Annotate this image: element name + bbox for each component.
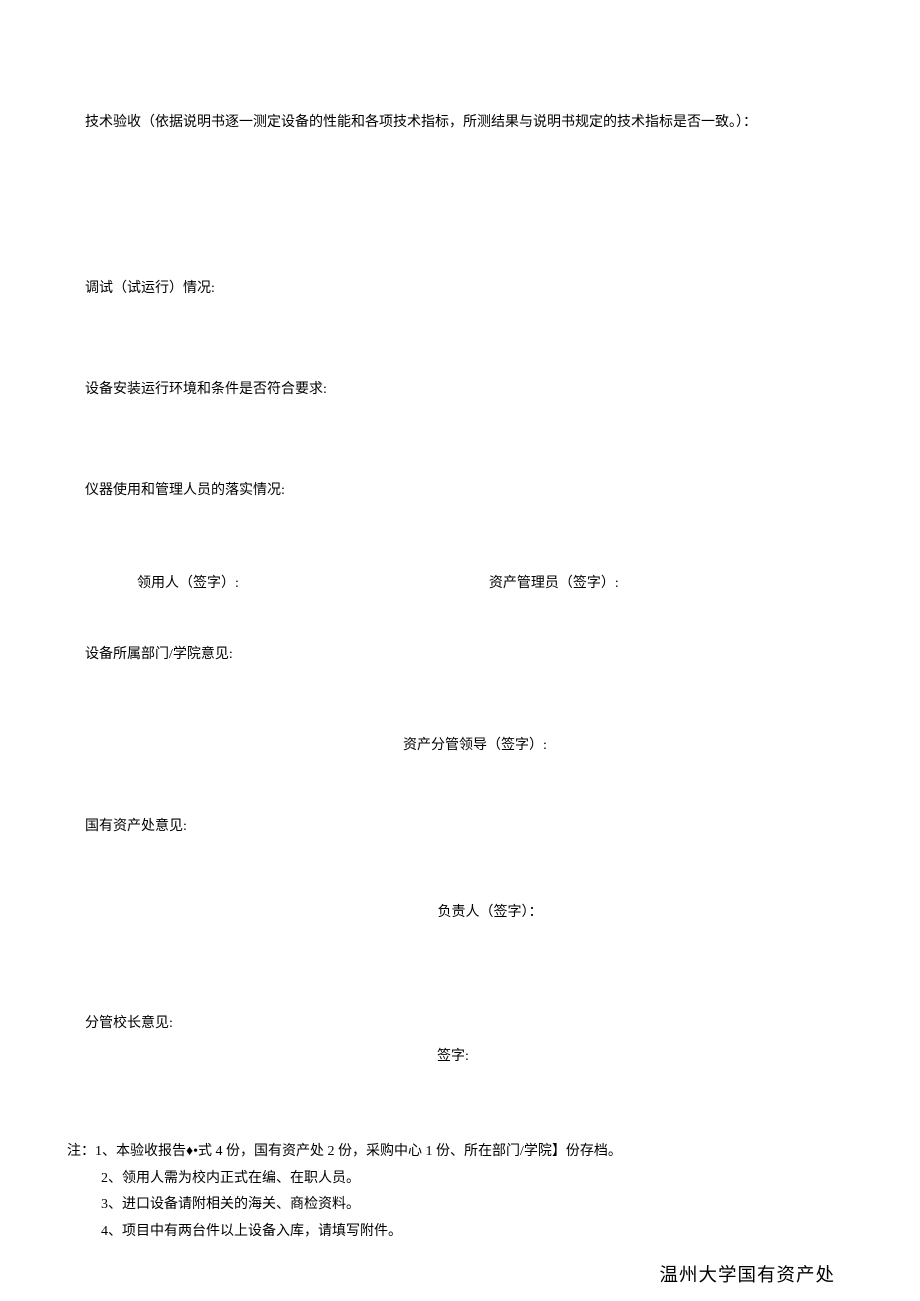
signature-vice-principal-label: 签字: — [437, 1049, 469, 1064]
signature-responsible-person-label: 负责人（签字）： — [438, 905, 543, 920]
footer-organization: 温州大学国有资产处 — [85, 1263, 835, 1291]
section-department-opinion-text: 设备所属部门/学院意见: — [85, 647, 233, 662]
note-line-3-text: 3、进口设备请附相关的海关、商检资料。 — [101, 1197, 360, 1212]
section-vice-principal-opinion: 分管校长意见: — [85, 1013, 835, 1034]
note-line-4-text: 4、项目中有两台件以上设备入库，请填写附件。 — [101, 1224, 402, 1239]
signature-recipient-label: 领用人（签字）: — [137, 576, 239, 591]
note-line-1-text: 注：1、本验收报告♦•式 4 份，国有资产处 2 份，采购中心 1 份、所在部门… — [67, 1144, 622, 1159]
section-department-opinion: 设备所属部门/学院意见: — [85, 644, 835, 665]
note-line-2: 2、领用人需为校内正式在编、在职人员。 — [101, 1166, 835, 1193]
section-personnel: 仪器使用和管理人员的落实情况: — [85, 480, 835, 501]
note-line-4: 4、项目中有两台件以上设备入库，请填写附件。 — [101, 1219, 835, 1246]
section-environment-text: 设备安装运行环境和条件是否符合要求: — [85, 382, 327, 397]
section-technical-acceptance-text: 技术验收（依据说明书逐一测定设备的性能和各项技术指标，所测结果与说明书规定的技术… — [85, 115, 757, 130]
note-line-1: 注：1、本验收报告♦•式 4 份，国有资产处 2 份，采购中心 1 份、所在部门… — [67, 1139, 835, 1166]
note-line-3: 3、进口设备请附相关的海关、商检资料。 — [101, 1192, 835, 1219]
note-line-2-text: 2、领用人需为校内正式在编、在职人员。 — [101, 1171, 360, 1186]
signature-responsible-person: 负责人（签字）： — [85, 902, 835, 923]
section-personnel-text: 仪器使用和管理人员的落实情况: — [85, 483, 285, 498]
signature-row: 领用人（签字）: 资产管理员（签字）: — [85, 573, 835, 594]
footer-organization-text: 温州大学国有资产处 — [659, 1266, 835, 1286]
signature-asset-leader: 资产分管领导（签字）: — [85, 735, 835, 756]
section-technical-acceptance: 技术验收（依据说明书逐一测定设备的性能和各项技术指标，所测结果与说明书规定的技术… — [85, 112, 835, 133]
section-state-asset-opinion: 国有资产处意见: — [85, 816, 835, 837]
section-vice-principal-opinion-text: 分管校长意见: — [85, 1016, 173, 1031]
signature-asset-manager: 资产管理员（签字）: — [489, 573, 619, 594]
signature-asset-manager-label: 资产管理员（签字）: — [489, 576, 619, 591]
document-body: 技术验收（依据说明书逐一测定设备的性能和各项技术指标，所测结果与说明书规定的技术… — [0, 0, 920, 1291]
signature-vice-principal: 签字: — [85, 1046, 835, 1067]
section-debugging-text: 调试（试运行）情况: — [85, 281, 215, 296]
signature-recipient: 领用人（签字）: — [137, 573, 239, 594]
signature-asset-leader-label: 资产分管领导（签字）: — [403, 738, 547, 753]
section-environment: 设备安装运行环境和条件是否符合要求: — [85, 379, 835, 400]
section-state-asset-opinion-text: 国有资产处意见: — [85, 819, 187, 834]
notes-block: 注：1、本验收报告♦•式 4 份，国有资产处 2 份，采购中心 1 份、所在部门… — [85, 1139, 835, 1245]
section-debugging: 调试（试运行）情况: — [85, 278, 835, 299]
